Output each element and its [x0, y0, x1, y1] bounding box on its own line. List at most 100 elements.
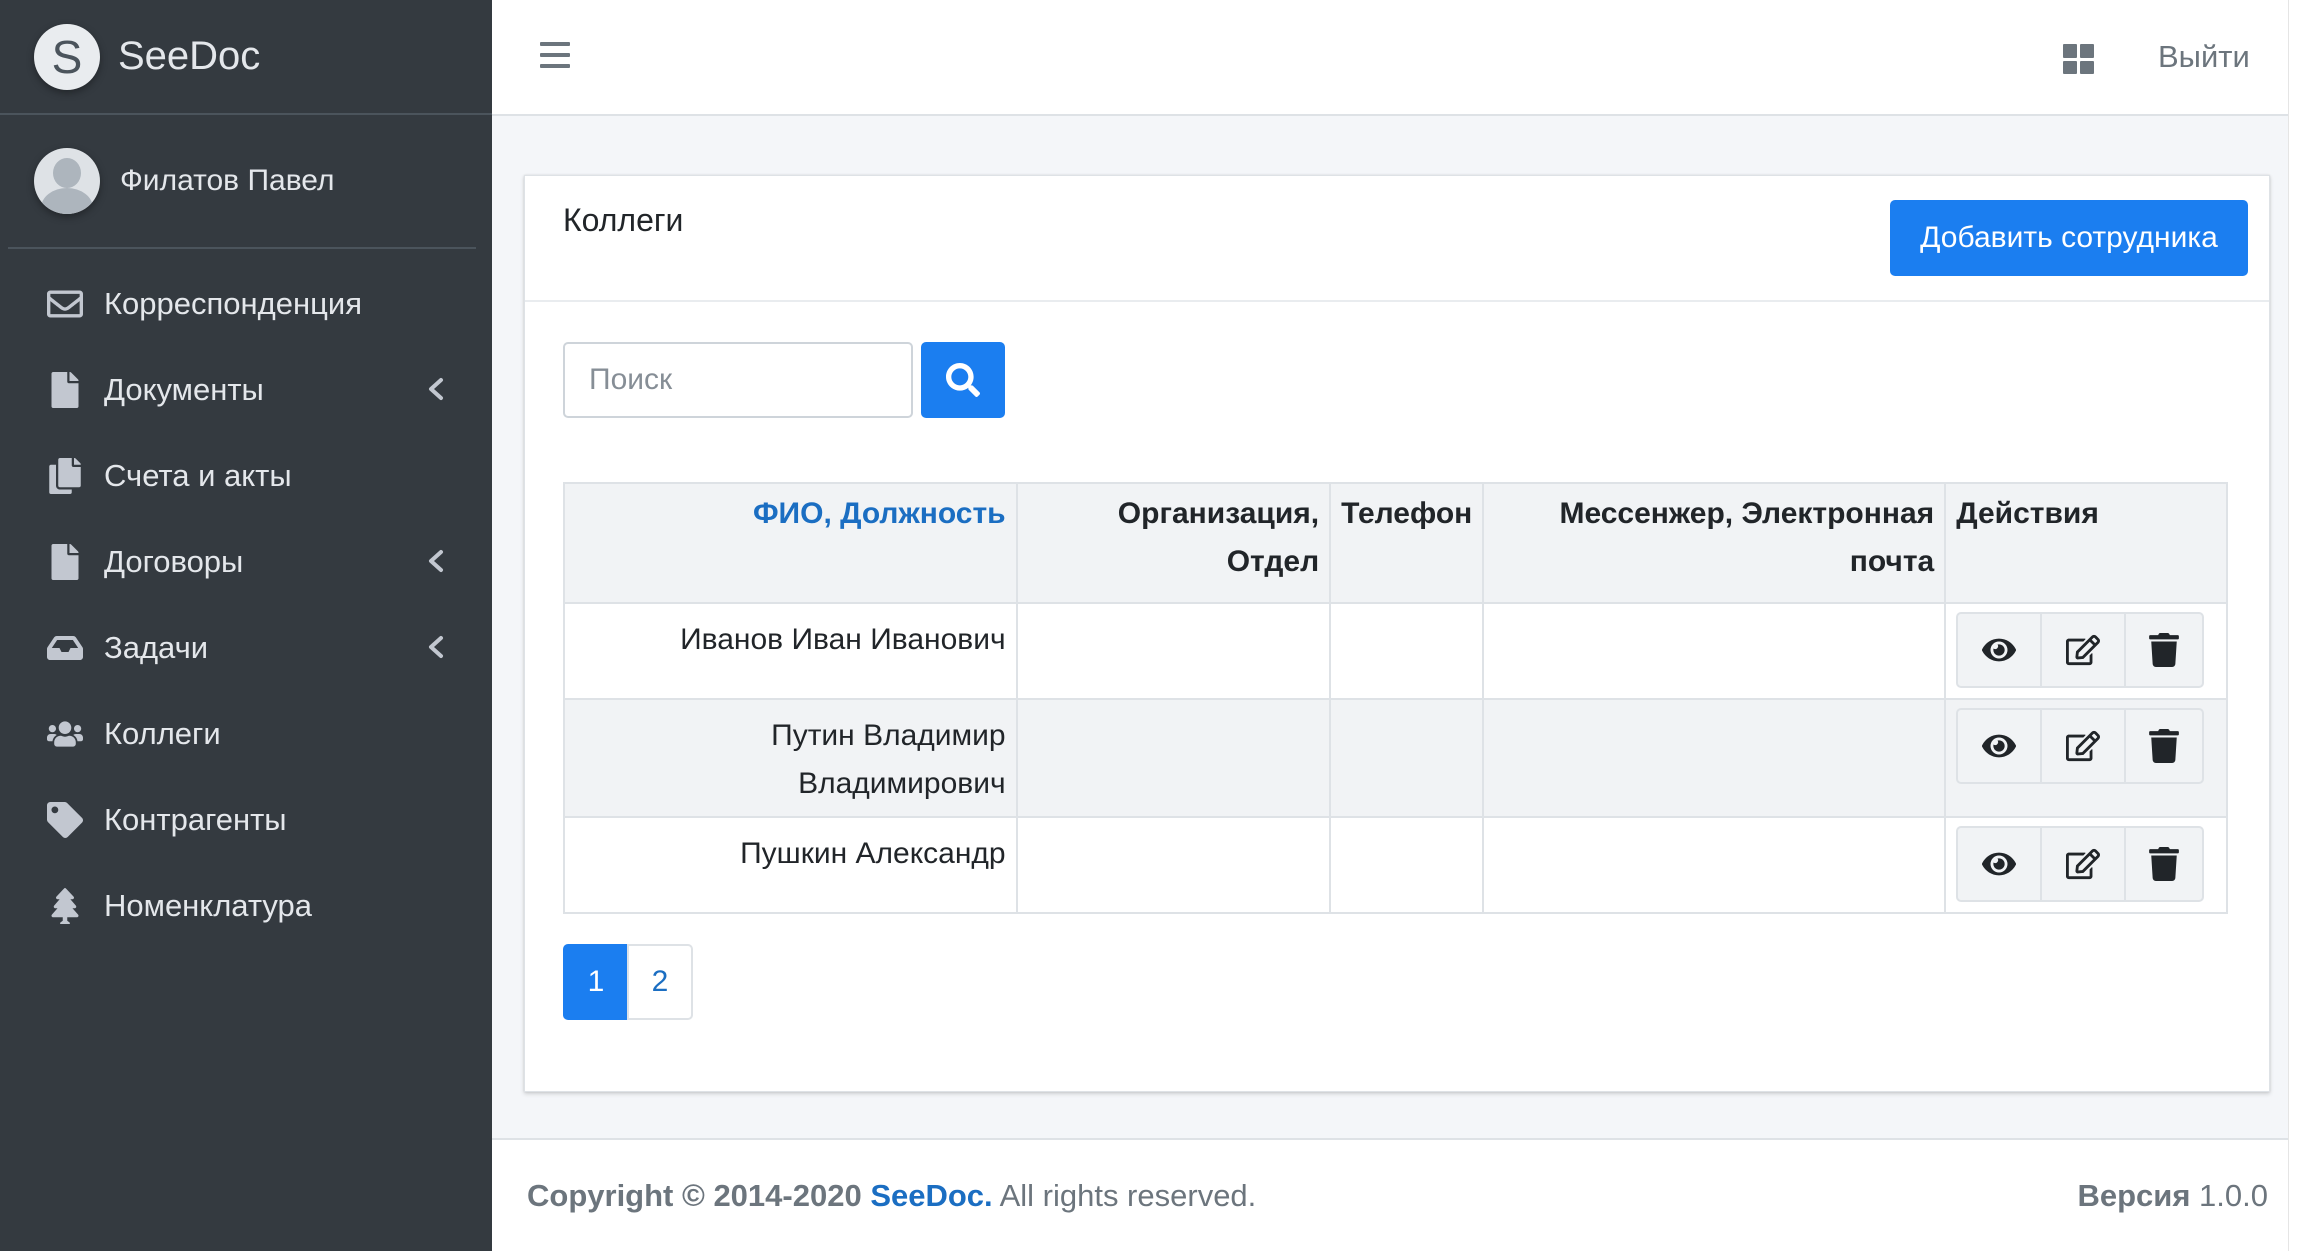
tree-icon [46, 887, 84, 925]
cell-phone [1329, 816, 1485, 914]
avatar [34, 148, 100, 214]
search-button[interactable] [921, 342, 1005, 418]
chevron-left-icon [422, 374, 450, 404]
sidebar-item-label: Контрагенты [104, 802, 287, 837]
eye-icon [1982, 734, 2017, 758]
envelope-icon [46, 285, 84, 323]
sidebar-item-invoices[interactable]: Счета и акты [0, 433, 492, 519]
version-info: Версия 1.0.0 [2077, 1178, 2268, 1214]
view-button[interactable] [1956, 826, 2043, 902]
cell-actions [1944, 816, 2228, 914]
cell-actions [1944, 602, 2228, 700]
card-header: Коллеги Добавить сотрудника [525, 176, 2269, 302]
cell-name: Путин Владимир Владимирович [563, 698, 1018, 818]
search-icon [946, 363, 980, 397]
rights-text: All rights reserved. [999, 1178, 1257, 1213]
cell-contact [1482, 816, 1947, 914]
column-header-phone[interactable]: Телефон [1329, 482, 1485, 604]
sidebar-item-label: Задачи [104, 630, 209, 665]
logout-link[interactable]: Выйти [2158, 39, 2250, 75]
sidebar-nav: Корреспонденция Документы Счета и акты Д… [0, 261, 492, 949]
sidebar-item-documents[interactable]: Документы [0, 347, 492, 433]
edit-button[interactable] [2040, 826, 2127, 902]
cell-phone [1329, 698, 1485, 818]
users-icon [46, 715, 84, 753]
search-input[interactable] [563, 342, 913, 418]
cell-actions [1944, 698, 2228, 818]
cell-contact [1482, 602, 1947, 700]
chevron-left-icon [422, 632, 450, 662]
sidebar-item-correspondence[interactable]: Корреспонденция [0, 261, 492, 347]
view-button[interactable] [1956, 612, 2043, 688]
sidebar-item-colleagues[interactable]: Коллеги [0, 691, 492, 777]
eye-icon [1982, 852, 2017, 876]
brand-name: SeeDoc [118, 34, 261, 78]
inbox-icon [46, 629, 84, 667]
cell-organization [1015, 698, 1332, 818]
column-header-actions: Действия [1944, 482, 2228, 604]
edit-button[interactable] [2040, 612, 2127, 688]
delete-button[interactable] [2124, 826, 2205, 902]
table-row: Пушкин Александр [563, 816, 2228, 914]
row-actions [1956, 708, 2216, 784]
cell-organization [1015, 816, 1332, 914]
trash-icon [2149, 729, 2180, 763]
user-panel[interactable]: Филатов Павел [8, 115, 476, 249]
colleagues-table: ФИО, Должность Организация, Отдел Телефо… [563, 482, 2228, 914]
sidebar: S SeeDoc Филатов Павел Корреспонденция Д… [0, 0, 492, 1251]
grid-icon[interactable] [2063, 44, 2095, 74]
sidebar-item-tasks[interactable]: Задачи [0, 605, 492, 691]
chevron-left-icon [422, 546, 450, 576]
sidebar-item-label: Номенклатура [104, 888, 313, 923]
edit-icon [2066, 848, 2101, 880]
cell-organization [1015, 602, 1332, 700]
trash-icon [2149, 633, 2180, 667]
sidebar-item-label: Счета и акты [104, 458, 292, 493]
column-header-organization[interactable]: Организация, Отдел [1015, 482, 1332, 604]
cell-name: Иванов Иван Иванович [563, 602, 1018, 700]
pagination: 1 2 [563, 944, 693, 1020]
page-link-2[interactable]: 2 [627, 944, 693, 1020]
brand-logo: S [34, 23, 100, 90]
version-label: Версия [2077, 1178, 2191, 1213]
footer: Copyright © 2014-2020 SeeDoc. All rights… [492, 1138, 2302, 1251]
menu-toggle-icon[interactable] [540, 42, 570, 72]
page-link-1[interactable]: 1 [563, 944, 629, 1020]
cell-contact [1482, 698, 1947, 818]
column-header-name[interactable]: ФИО, Должность [563, 482, 1018, 604]
delete-button[interactable] [2124, 708, 2205, 784]
top-navbar: Выйти [492, 0, 2302, 116]
edit-button[interactable] [2040, 708, 2127, 784]
edit-icon [2066, 634, 2101, 666]
cell-phone [1329, 602, 1485, 700]
edit-icon [2066, 730, 2101, 762]
footer-brand-link[interactable]: SeeDoc. [870, 1178, 992, 1213]
table-row: Путин Владимир Владимирович [563, 698, 2228, 818]
trash-icon [2149, 847, 2180, 881]
view-button[interactable] [1956, 708, 2043, 784]
eye-icon [1982, 638, 2017, 662]
page-title: Коллеги [563, 202, 684, 238]
table-row: Иванов Иван Иванович [563, 602, 2228, 700]
file-icon [46, 371, 84, 409]
file-icon [46, 543, 84, 581]
sidebar-item-contracts[interactable]: Договоры [0, 519, 492, 605]
sidebar-item-nomenclature[interactable]: Номенклатура [0, 863, 492, 949]
sidebar-item-counterparties[interactable]: Контрагенты [0, 777, 492, 863]
sidebar-item-label: Коллеги [104, 716, 221, 751]
copy-icon [46, 457, 84, 495]
row-actions [1956, 612, 2216, 688]
row-actions [1956, 826, 2216, 902]
column-header-contact[interactable]: Мессенжер, Электронная почта [1482, 482, 1947, 604]
cell-name: Пушкин Александр [563, 816, 1018, 914]
copyright-prefix: Copyright © 2014-2020 [527, 1178, 862, 1213]
copyright: Copyright © 2014-2020 SeeDoc. All rights… [527, 1178, 1256, 1214]
user-name: Филатов Павел [120, 164, 335, 197]
delete-button[interactable] [2124, 612, 2205, 688]
scrollbar[interactable] [2288, 0, 2302, 1251]
table-header-row: ФИО, Должность Организация, Отдел Телефо… [563, 482, 2228, 604]
brand-link[interactable]: S SeeDoc [0, 0, 492, 115]
sidebar-item-label: Документы [104, 372, 264, 407]
colleagues-card: Коллеги Добавить сотрудника ФИО, Должнос… [524, 175, 2270, 1092]
add-employee-button[interactable]: Добавить сотрудника [1890, 200, 2248, 276]
